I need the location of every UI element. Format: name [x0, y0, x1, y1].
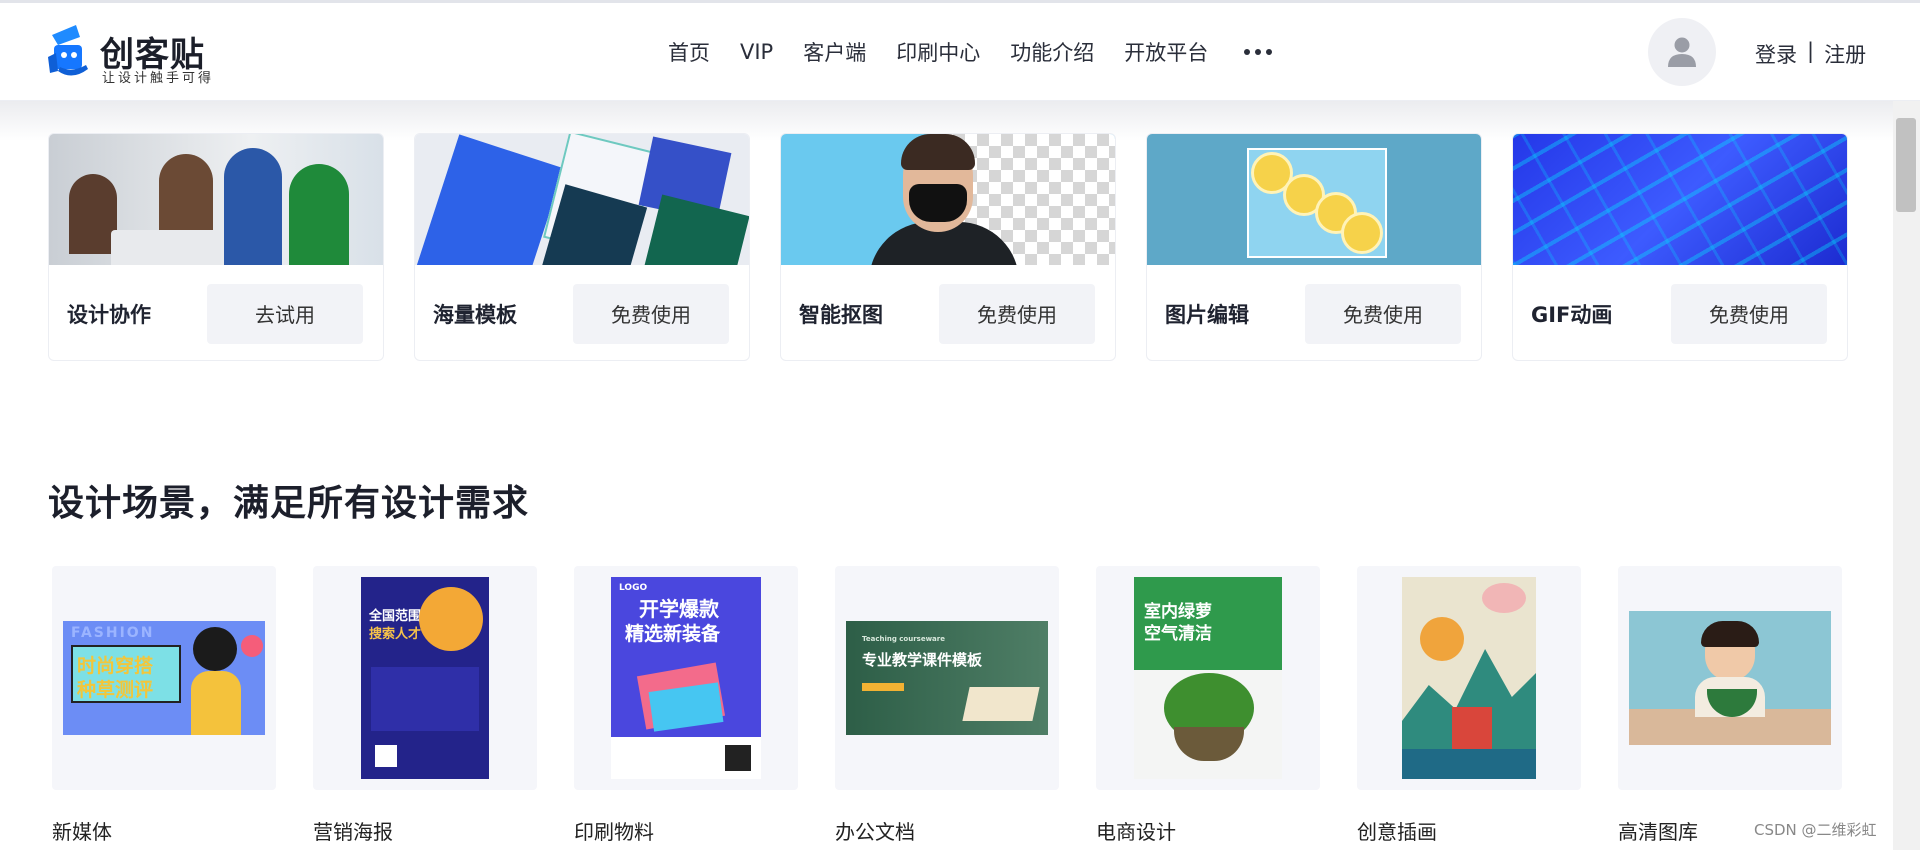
login-link[interactable]: 登录: [1755, 39, 1797, 69]
feature-cards: 设计协作 去试用 海量模板 免费使用 智能抠图 免费使用 图片编辑 免费使用 G…: [48, 133, 1848, 361]
scene-item-ecommerce[interactable]: 室内绿萝 空气清洁 电商设计: [1096, 566, 1320, 845]
scene-item-office-docs[interactable]: Teaching courseware 专业教学课件模板 办公文档: [835, 566, 1059, 845]
thumb-text: 种草测评: [77, 679, 154, 701]
nav-item-client[interactable]: 客户端: [803, 37, 866, 67]
thumb-text: 专业教学课件模板: [862, 651, 983, 669]
feature-image-cutout: [781, 134, 1115, 265]
scene-thumbnail: FASHION 时尚穿搭 种草测评: [52, 566, 276, 790]
feature-image-templates: [415, 134, 749, 265]
feature-image-gif: [1513, 134, 1847, 265]
feature-title: 设计协作: [67, 302, 151, 327]
scene-item-illustration[interactable]: 创意插画: [1357, 566, 1581, 845]
scene-item-new-media[interactable]: FASHION 时尚穿搭 种草测评 新媒体: [52, 566, 276, 845]
thumb-text: 空气清洁: [1144, 624, 1212, 644]
watermark: CSDN @二维彩虹: [1754, 821, 1877, 839]
brand-logo[interactable]: 创客贴 让设计触手可得: [46, 23, 246, 87]
user-icon: [1668, 37, 1696, 67]
scene-thumbnail: 室内绿萝 空气清洁: [1096, 566, 1320, 790]
feature-card-cutout[interactable]: 智能抠图 免费使用: [780, 133, 1116, 361]
free-use-button[interactable]: 免费使用: [573, 283, 729, 344]
thumb-text: 精选新装备: [625, 623, 721, 645]
scene-item-hd-gallery[interactable]: 高清图库: [1618, 566, 1842, 845]
try-button[interactable]: 去试用: [207, 283, 363, 344]
scene-thumbnail: LOGO 开学爆款 精选新装备: [574, 566, 798, 790]
logo-mark-icon: [48, 25, 88, 76]
feature-title: 图片编辑: [1165, 302, 1249, 327]
thumb-text: 搜索人才: [369, 627, 422, 642]
scene-label: 创意插画: [1357, 820, 1437, 844]
feature-image-image-edit: [1147, 134, 1481, 265]
scene-thumbnail: [1618, 566, 1842, 790]
site-header: 创客贴 让设计触手可得 首页 VIP 客户端 印刷中心 功能介绍 开放平台 登录…: [0, 3, 1920, 101]
free-use-button[interactable]: 免费使用: [1305, 283, 1461, 344]
scrollbar-thumb[interactable]: [1896, 118, 1916, 212]
brand-slogan: 让设计触手可得: [102, 71, 215, 86]
thumb-text: Teaching courseware: [862, 635, 945, 643]
feature-title: 海量模板: [433, 302, 517, 327]
feature-title: GIF动画: [1531, 302, 1613, 327]
nav-item-open-platform[interactable]: 开放平台: [1124, 37, 1208, 67]
scene-thumbnail: Teaching courseware 专业教学课件模板: [835, 566, 1059, 790]
scrollbar-track[interactable]: [1893, 101, 1920, 850]
thumb-text: FASHION: [71, 625, 155, 641]
nav-item-vip[interactable]: VIP: [740, 40, 773, 64]
thumb-text: 开学爆款: [639, 597, 719, 621]
nav-item-print-center[interactable]: 印刷中心: [896, 37, 980, 67]
nav-item-features[interactable]: 功能介绍: [1010, 37, 1094, 67]
feature-card-templates[interactable]: 海量模板 免费使用: [414, 133, 750, 361]
free-use-button[interactable]: 免费使用: [1671, 283, 1827, 344]
feature-title: 智能抠图: [799, 302, 883, 327]
scene-thumbnail: [1357, 566, 1581, 790]
avatar[interactable]: [1648, 18, 1716, 86]
register-link[interactable]: 注册: [1824, 39, 1866, 69]
feature-card-collaboration[interactable]: 设计协作 去试用: [48, 133, 384, 361]
nav-item-home[interactable]: 首页: [668, 37, 710, 67]
more-menu-icon[interactable]: [1244, 49, 1273, 55]
feature-image-collaboration: [49, 134, 383, 265]
auth-separator: |: [1807, 39, 1815, 63]
scene-label: 电商设计: [1096, 820, 1176, 844]
section-title: 设计场景，满足所有设计需求: [48, 483, 530, 524]
scene-item-marketing-poster[interactable]: 全国范围 搜索人才 营销海报: [313, 566, 537, 845]
free-use-button[interactable]: 免费使用: [939, 283, 1095, 344]
main-nav: 首页 VIP 客户端 印刷中心 功能介绍 开放平台: [668, 3, 1273, 101]
thumb-text: 全国范围: [369, 609, 422, 624]
scene-thumbnail: 全国范围 搜索人才: [313, 566, 537, 790]
feature-card-image-edit[interactable]: 图片编辑 免费使用: [1146, 133, 1482, 361]
scene-label: 办公文档: [835, 820, 915, 844]
auth-links: 登录 | 注册: [1755, 39, 1866, 69]
scene-list: FASHION 时尚穿搭 种草测评 新媒体 全国范围 搜索人才 营销海报 LOG…: [52, 566, 1842, 845]
feature-card-gif[interactable]: GIF动画 免费使用: [1512, 133, 1848, 361]
scene-label: 营销海报: [313, 820, 393, 844]
thumb-text: 时尚穿搭: [77, 655, 154, 677]
scene-item-print-materials[interactable]: LOGO 开学爆款 精选新装备 印刷物料: [574, 566, 798, 845]
thumb-text: LOGO: [619, 583, 648, 593]
scene-label: 新媒体: [52, 820, 112, 844]
scene-label: 印刷物料: [574, 820, 654, 844]
